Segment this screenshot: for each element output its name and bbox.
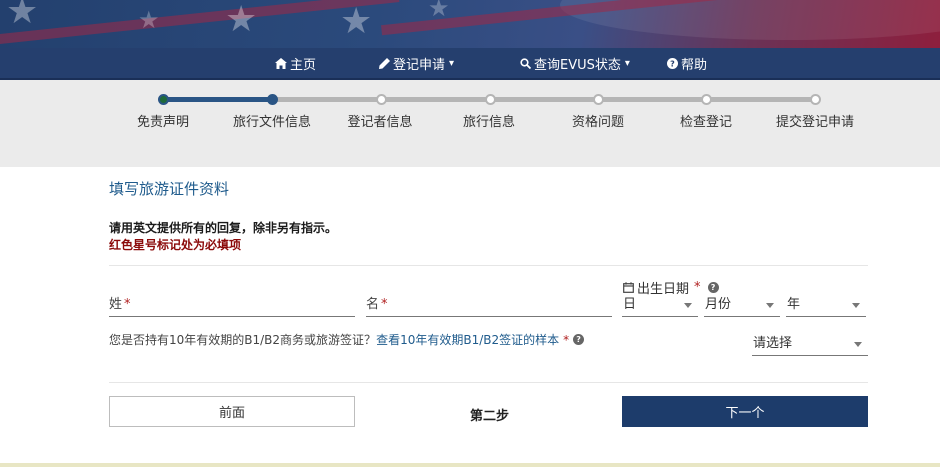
- chevron-down-icon: [854, 342, 862, 347]
- pencil-icon: [379, 57, 390, 69]
- dob-day-value: 日: [623, 297, 637, 312]
- progress-step-label: 检查登记: [679, 115, 733, 130]
- progress-step-dot: [701, 94, 712, 105]
- progress-step-label: 旅行文件信息: [232, 115, 312, 130]
- nav-help[interactable]: ? 帮助: [667, 48, 707, 78]
- section-title: 填写旅游证件资料: [109, 180, 230, 198]
- chevron-down-icon: [852, 303, 860, 308]
- nav-check-status-label: 查询EVUS状态: [534, 57, 621, 73]
- chevron-down-icon: [684, 303, 692, 308]
- chevron-down-icon: ▾: [624, 57, 630, 69]
- surname-field[interactable]: 姓 *: [109, 295, 355, 317]
- prev-button[interactable]: 前面: [109, 396, 355, 427]
- nav-help-label: 帮助: [681, 57, 708, 73]
- banner-star-icon: ★: [6, 0, 39, 32]
- instruction-required: 红色星号标记处为必填项: [109, 238, 242, 252]
- progress-step-label: 提交登记申请: [775, 115, 855, 130]
- divider: [109, 265, 868, 266]
- progress-track-remaining: [272, 97, 815, 102]
- progress-step-dot-current: [267, 94, 278, 105]
- nav-register[interactable]: 登记申请 ▾: [379, 48, 454, 78]
- visa-question-text: 您是否持有10年有效期的B1/B2商务或旅游签证？: [109, 333, 377, 347]
- nav-home[interactable]: 主页: [275, 48, 316, 78]
- help-icon[interactable]: ?: [707, 282, 719, 293]
- required-marker: *: [124, 297, 131, 312]
- visa-question-row: 您是否持有10年有效期的B1/B2商务或旅游签证？ 查看10年有效期B1/B2签…: [109, 331, 585, 348]
- required-marker: *: [563, 332, 570, 347]
- visa-sample-link[interactable]: 查看10年有效期B1/B2签证的样本: [376, 331, 559, 348]
- header-banner: ★ ★ ★ ★ ★: [0, 0, 940, 48]
- required-marker: *: [381, 297, 388, 312]
- banner-star-icon: ★: [340, 1, 373, 42]
- required-marker: *: [694, 280, 701, 295]
- progress-step-dot: [158, 94, 169, 105]
- progress-step-dot: [593, 94, 604, 105]
- progress-step-label: 旅行信息: [462, 115, 516, 130]
- progress-step-label: 免责声明: [136, 115, 190, 130]
- progress-step-label: 登记者信息: [347, 115, 413, 130]
- dob-day-select[interactable]: 日: [622, 295, 698, 317]
- progress-step-dot: [485, 94, 496, 105]
- instruction-english: 请用英文提供所有的回复，除非另有指示。: [109, 221, 338, 235]
- nav-check-status[interactable]: 查询EVUS状态 ▾: [520, 48, 630, 78]
- visa-select-value: 请选择: [753, 336, 793, 351]
- dob-month-select[interactable]: 月份: [704, 295, 780, 317]
- nav-home-label: 主页: [290, 57, 317, 73]
- calendar-icon: [623, 282, 634, 293]
- given-name-field[interactable]: 名 *: [366, 295, 612, 317]
- banner-star-icon: ★: [225, 0, 258, 40]
- progress-track-complete: [163, 97, 272, 102]
- given-name-label-wrap: 名 *: [366, 293, 388, 312]
- banner-star-icon: ★: [428, 0, 450, 22]
- dob-month-value: 月份: [705, 297, 732, 312]
- visa-select[interactable]: 请选择: [752, 334, 868, 356]
- chevron-down-icon: [766, 303, 774, 308]
- dob-year-select[interactable]: 年: [786, 295, 866, 317]
- dob-year-value: 年: [787, 297, 801, 312]
- help-icon: ?: [667, 57, 678, 69]
- given-name-label: 名: [366, 297, 380, 312]
- progress-step-dot: [810, 94, 821, 105]
- search-icon: [520, 57, 531, 69]
- bottom-strip: [0, 463, 940, 467]
- surname-label: 姓: [109, 297, 123, 312]
- step-indicator: 第二步: [470, 409, 510, 424]
- surname-label-wrap: 姓 *: [109, 293, 131, 312]
- banner-star-icon: ★: [138, 6, 160, 34]
- nav-register-label: 登记申请: [393, 57, 446, 73]
- chevron-down-icon: ▾: [449, 57, 455, 69]
- svg-text:?: ?: [670, 59, 675, 68]
- main-navbar: 主页 登记申请 ▾ 查询EVUS状态 ▾ ? 帮助: [0, 48, 940, 80]
- progress-step-dot: [376, 94, 387, 105]
- divider: [109, 382, 868, 383]
- home-icon: [275, 57, 287, 69]
- progress-step-label: 资格问题: [571, 115, 625, 130]
- progress-tracker: 免责声明 旅行文件信息 登记者信息 旅行信息 资格问题 检查登记 提交登记申请: [0, 80, 940, 167]
- next-button[interactable]: 下一个: [622, 396, 868, 427]
- help-icon[interactable]: ?: [573, 334, 585, 345]
